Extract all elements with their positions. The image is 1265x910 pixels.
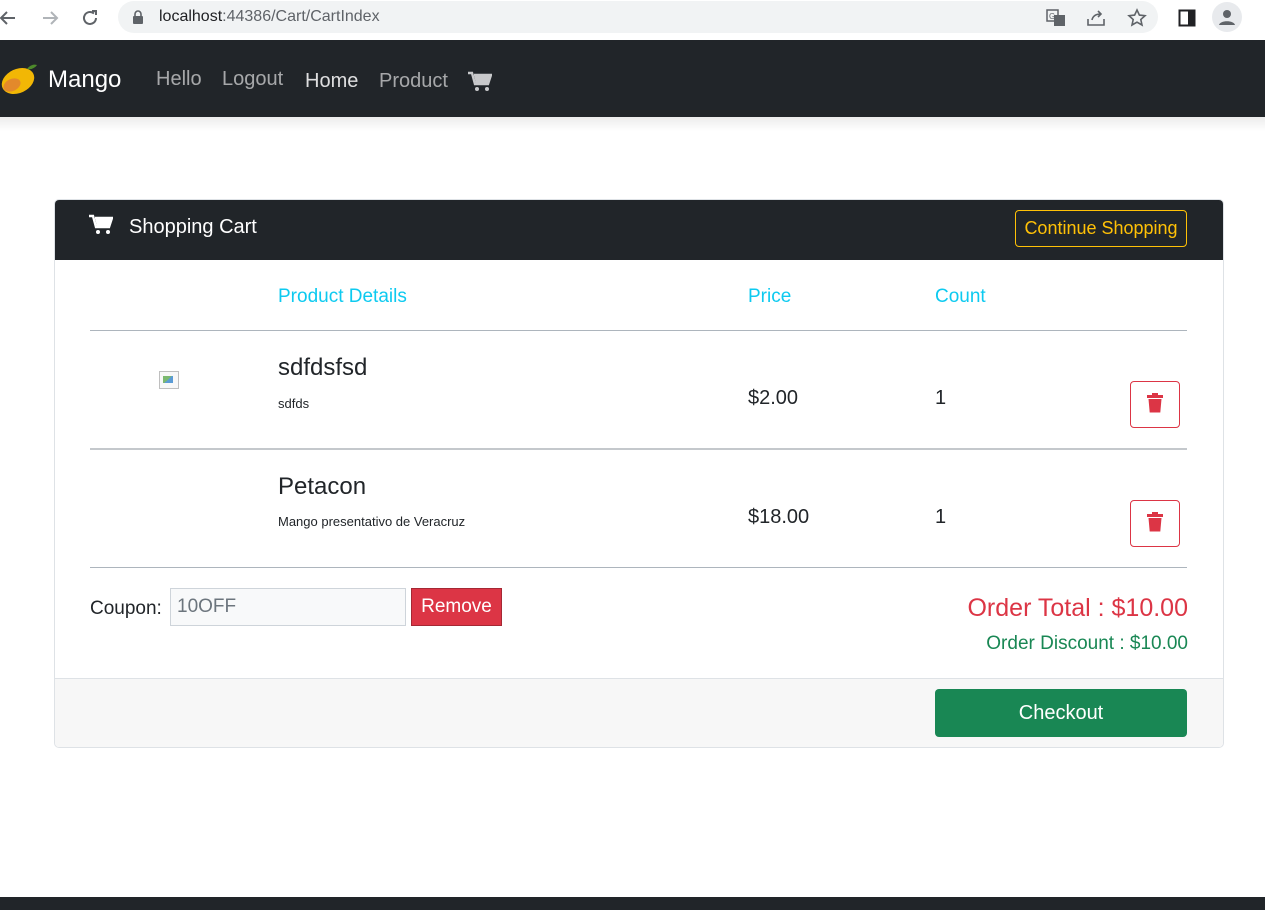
nav-hello[interactable]: Hello (156, 68, 202, 91)
continue-shopping-button[interactable]: Continue Shopping (1015, 210, 1187, 247)
share-icon[interactable] (1085, 7, 1107, 29)
nav-logout[interactable]: Logout (222, 68, 283, 91)
url-path: :44386/Cart/CartIndex (222, 8, 380, 25)
product-name: Petacon (278, 473, 367, 500)
checkout-button[interactable]: Checkout (935, 689, 1187, 737)
divider (90, 448, 1187, 450)
translate-icon[interactable]: G (1045, 7, 1067, 29)
back-icon[interactable] (0, 6, 22, 30)
navbar-shadow (0, 117, 1265, 131)
lock-icon[interactable] (132, 10, 144, 29)
delete-item-button[interactable] (1130, 381, 1180, 428)
divider (90, 567, 1187, 568)
cart-icon[interactable] (468, 71, 493, 97)
coupon-input[interactable] (170, 588, 406, 626)
forward-icon[interactable] (36, 6, 64, 30)
cart-icon (89, 214, 114, 240)
bookmark-star-icon[interactable] (1126, 7, 1148, 29)
product-description: sdfds (278, 396, 310, 411)
page-footer-bar (0, 897, 1265, 910)
cart-header: Shopping Cart Continue Shopping (55, 200, 1223, 260)
column-header-count: Count (935, 286, 986, 307)
nav-product[interactable]: Product (379, 70, 448, 93)
svg-text:G: G (1049, 12, 1055, 21)
product-count: 1 (935, 387, 947, 409)
url-host: localhost (159, 8, 223, 25)
shopping-cart-card: Shopping Cart Continue Shopping Product … (54, 199, 1224, 748)
brand[interactable]: Mango (0, 60, 121, 100)
address-bar[interactable]: localhost:44386/Cart/CartIndex G (118, 1, 1158, 33)
cart-title: Shopping Cart (129, 215, 257, 238)
reload-icon[interactable] (76, 6, 104, 30)
main-navbar: Mango Hello Logout Home Product (0, 40, 1265, 117)
product-price: $18.00 (748, 506, 810, 528)
trash-icon (1146, 393, 1164, 416)
divider (90, 330, 1187, 331)
column-header-product-details: Product Details (278, 286, 407, 307)
mango-logo-icon (0, 60, 38, 101)
brand-name: Mango (48, 66, 122, 93)
product-count: 1 (935, 506, 947, 528)
browser-toolbar: localhost:44386/Cart/CartIndex G (0, 0, 1265, 40)
cart-footer: Checkout (55, 678, 1223, 747)
coupon-label: Coupon: (90, 598, 162, 619)
product-name: sdfdsfsd (278, 354, 368, 381)
cart-title-group: Shopping Cart (89, 214, 257, 240)
url-text: localhost:44386/Cart/CartIndex (159, 8, 380, 26)
nav-home[interactable]: Home (305, 70, 358, 93)
trash-icon (1146, 512, 1164, 535)
delete-item-button[interactable] (1130, 500, 1180, 547)
product-price: $2.00 (748, 387, 799, 409)
profile-icon[interactable] (1212, 2, 1242, 32)
side-panel-icon[interactable] (1174, 5, 1200, 31)
order-discount: Order Discount : $10.00 (986, 633, 1188, 654)
order-total: Order Total : $10.00 (967, 594, 1188, 622)
product-description: Mango presentativo de Veracruz (278, 514, 466, 529)
product-image-broken (159, 371, 179, 389)
column-header-price: Price (748, 286, 792, 307)
remove-coupon-button[interactable]: Remove (411, 588, 502, 626)
